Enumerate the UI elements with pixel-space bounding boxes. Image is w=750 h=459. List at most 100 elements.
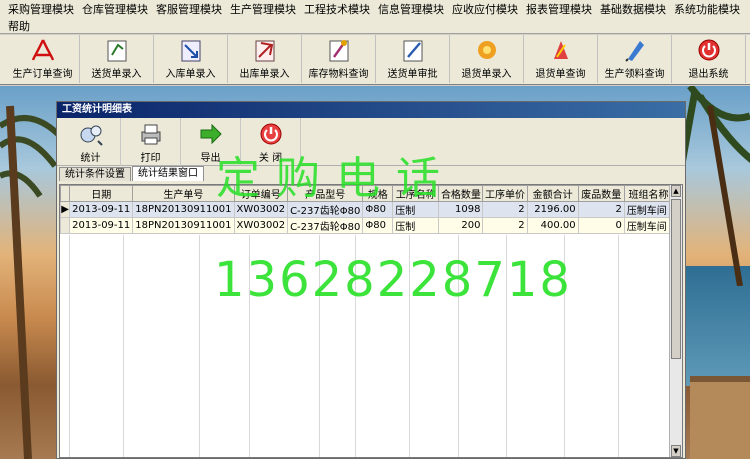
column-header[interactable]: 合格数量	[438, 185, 484, 202]
menu-item[interactable]: 客服管理模块	[152, 1, 226, 17]
table-cell: 2013-09-11	[69, 201, 134, 218]
toolbar-button[interactable]: 生产领料查询	[598, 35, 672, 83]
table-row[interactable]: 2013-09-11 18PN20130911001 XW03002 C-237齿轮Φ…	[60, 217, 682, 234]
material-query-icon	[622, 37, 648, 63]
table-cell: 2	[482, 201, 528, 218]
table-cell: 18PN20130911001	[132, 217, 235, 234]
window-tool-label: 统计	[80, 152, 101, 164]
table-cell: Φ80	[362, 217, 394, 234]
window-tool-button[interactable]: 统计	[61, 118, 121, 166]
toolbar-button-label: 送货单审批	[387, 69, 438, 80]
toolbar-button[interactable]: 退出系统	[672, 35, 746, 83]
building-image	[690, 376, 750, 459]
menu-bar: 采购管理模块 仓库管理模块 客服管理模块 生产管理模块 工程技术模块 信息管理模块 应收应付…	[0, 0, 750, 34]
table-cell: 2	[577, 201, 625, 218]
menu-item[interactable]: 基础数据模块	[596, 1, 670, 17]
row-indicator-header	[60, 185, 71, 202]
table-row[interactable]: ▶ 2013-09-11 18PN20130911001 XW03002 C-237齿轮…	[60, 201, 682, 218]
table-cell: Φ80	[362, 201, 394, 218]
stock-in-icon	[178, 37, 204, 63]
menu-item[interactable]: 采购管理模块	[4, 1, 78, 17]
table-cell: 压制车间	[623, 201, 674, 218]
toolbar-button-label: 退出系统	[688, 69, 729, 80]
toolbar-button[interactable]: 退货单录入	[450, 35, 524, 83]
menu-row-help: 帮助	[0, 17, 750, 34]
scroll-up-icon[interactable]: ▲	[671, 185, 681, 197]
column-header[interactable]: 生产单号	[132, 185, 235, 202]
column-header[interactable]: 工序单价	[482, 185, 528, 202]
window-tool-button[interactable]: 关 闭	[241, 118, 301, 166]
column-header[interactable]: 订单编号	[233, 185, 289, 202]
toolbar-button-label: 出库单录入	[239, 69, 290, 80]
scroll-thumb[interactable]	[671, 199, 681, 359]
menu-row-main: 采购管理模块 仓库管理模块 客服管理模块 生产管理模块 工程技术模块 信息管理模块 应收应付…	[0, 0, 750, 17]
table-cell: 2	[482, 217, 528, 234]
printer-icon	[138, 121, 164, 147]
table-cell: 200	[438, 217, 484, 234]
window-tool-label: 关 闭	[258, 152, 283, 164]
toolbar-button[interactable]: 生产订单查询	[6, 35, 80, 83]
window-tool-label: 打印	[140, 152, 161, 164]
window-tool-button[interactable]: 打印	[121, 118, 181, 166]
return-entry-icon	[474, 37, 500, 63]
stats-icon	[78, 121, 104, 147]
table-cell: C-237齿轮Φ80	[287, 201, 364, 218]
table-cell: 1098	[438, 201, 484, 218]
results-grid[interactable]: 日期 生产单号 订单编号 产品型号 规格 工序名称 合格数量 工序单价 金额合计 废品数量 班组名称…	[59, 184, 683, 458]
tab-0[interactable]: 统计条件设置	[59, 167, 131, 181]
menu-item[interactable]: 应收应付模块	[448, 1, 522, 17]
column-header[interactable]: 废品数量	[577, 185, 625, 202]
column-header[interactable]: 工序名称	[392, 185, 440, 202]
inventory-icon	[326, 37, 352, 63]
menu-item[interactable]: 仓库管理模块	[78, 1, 152, 17]
scroll-down-icon[interactable]: ▼	[671, 445, 681, 457]
exit-icon	[696, 37, 722, 63]
current-row-arrow-icon: ▶	[61, 204, 69, 215]
toolbar-button[interactable]: 退货单查询	[524, 35, 598, 83]
column-header[interactable]: 班组名称	[623, 185, 674, 202]
table-cell: 压制车间	[623, 217, 674, 234]
export-arrow-icon	[198, 121, 224, 147]
toolbar-button[interactable]: 送货单录入	[80, 35, 154, 83]
stock-out-icon	[252, 37, 278, 63]
menu-item-help[interactable]: 帮助	[4, 18, 34, 34]
return-query-icon	[548, 37, 574, 63]
toolbar-button-label: 生产订单查询	[12, 69, 73, 80]
table-cell: 0	[577, 217, 625, 234]
approve-icon	[400, 37, 426, 63]
toolbar-button[interactable]: 送货单审批	[376, 35, 450, 83]
toolbar-button[interactable]: 库存物料查询	[302, 35, 376, 83]
window-tool-label: 导出	[200, 152, 221, 164]
column-header[interactable]: 产品型号	[287, 185, 364, 202]
palm-tree-right-image	[680, 86, 750, 286]
table-cell: 2196.00	[526, 201, 579, 218]
toolbar-button-label: 送货单录入	[91, 69, 142, 80]
table-cell: XW03002	[233, 217, 289, 234]
table-cell: C-237齿轮Φ80	[287, 217, 364, 234]
menu-item[interactable]: 信息管理模块	[374, 1, 448, 17]
column-header[interactable]: 日期	[69, 185, 134, 202]
menu-item[interactable]: 系统功能模块	[670, 1, 744, 17]
table-cell: 400.00	[526, 217, 579, 234]
toolbar-button-label: 退货单查询	[535, 69, 586, 80]
vertical-scrollbar[interactable]: ▲ ▼	[669, 185, 682, 457]
menu-item[interactable]: 工程技术模块	[300, 1, 374, 17]
row-indicator: ▶	[60, 201, 71, 218]
toolbar-button-label: 库存物料查询	[308, 69, 369, 80]
table-cell: XW03002	[233, 201, 289, 218]
column-header[interactable]: 金额合计	[526, 185, 579, 202]
table-cell: 压制	[392, 217, 440, 234]
window-toolbar: 统计 打印 导出 关 闭	[57, 118, 685, 166]
column-header[interactable]: 规格	[362, 185, 394, 202]
toolbar-button-label: 入库单录入	[165, 69, 216, 80]
delivery-note-icon	[104, 37, 130, 63]
window-tool-button[interactable]: 导出	[181, 118, 241, 166]
toolbar-button[interactable]: 出库单录入	[228, 35, 302, 83]
menu-item[interactable]: 生产管理模块	[226, 1, 300, 17]
pdf-icon	[30, 37, 56, 63]
row-indicator	[60, 217, 71, 234]
toolbar-button-label: 生产领料查询	[604, 69, 665, 80]
tab-1[interactable]: 统计结果窗口	[132, 166, 204, 181]
menu-item[interactable]: 报表管理模块	[522, 1, 596, 17]
toolbar-button[interactable]: 入库单录入	[154, 35, 228, 83]
